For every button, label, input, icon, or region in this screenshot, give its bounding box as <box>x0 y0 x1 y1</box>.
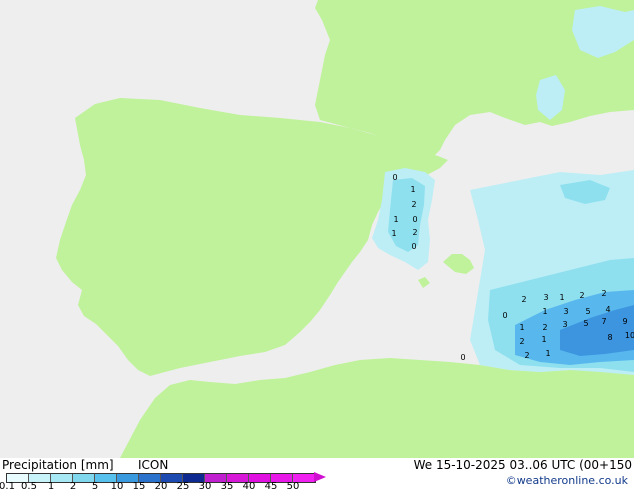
precip-value-label: 1 <box>391 229 396 238</box>
precip-value-label: 0 <box>460 353 465 362</box>
precip-value-label: 10 <box>625 331 634 340</box>
precip-value-label: 1 <box>410 185 415 194</box>
color-scale-arrow <box>314 472 326 482</box>
scale-tick-label: 15 <box>132 481 146 492</box>
copyright-link[interactable]: ©weatheronline.co.uk <box>506 474 628 488</box>
precip-value-label: 1 <box>545 349 550 358</box>
model-name: ICON <box>138 458 169 472</box>
precip-value-label: 0 <box>502 311 507 320</box>
precip-value-label: 7 <box>601 317 606 326</box>
scale-tick-label: 30 <box>198 481 212 492</box>
precip-value-label: 2 <box>412 228 417 237</box>
precip-value-label: 4 <box>605 305 610 314</box>
precip-value-label: 5 <box>583 319 588 328</box>
valid-time: We 15-10-2025 03..06 UTC (00+150 <box>413 458 632 472</box>
precip-value-label: 1 <box>559 293 564 302</box>
scale-tick-label: 1 <box>47 481 55 492</box>
precip-value-label: 2 <box>542 323 547 332</box>
precip-value-label: 3 <box>563 307 568 316</box>
precip-value-label: 8 <box>607 333 612 342</box>
map-title: Precipitation [mm] <box>2 458 114 472</box>
scale-tick-label: 2 <box>69 481 77 492</box>
scale-tick-label: 45 <box>264 481 278 492</box>
precip-value-label: 2 <box>579 291 584 300</box>
precip-value-label: 5 <box>585 307 590 316</box>
precip-value-label: 1 <box>393 215 398 224</box>
precip-value-label: 1 <box>541 335 546 344</box>
scale-tick-label: 40 <box>242 481 256 492</box>
precip-value-label: 2 <box>521 295 526 304</box>
precip-value-label: 2 <box>519 337 524 346</box>
precip-value-label: 0 <box>392 173 397 182</box>
precip-value-label: 3 <box>543 293 548 302</box>
map-footer: Precipitation [mm] ICON We 15-10-2025 03… <box>0 458 634 492</box>
precip-value-label: 1 <box>542 307 547 316</box>
precip-value-label: 0 <box>412 215 417 224</box>
precip-value-label: 3 <box>562 320 567 329</box>
scale-tick-label: 50 <box>286 481 300 492</box>
scale-tick-label: 0.5 <box>21 481 37 492</box>
scale-tick-label: 20 <box>154 481 168 492</box>
precip-value-label: 9 <box>622 317 627 326</box>
scale-tick-label: 25 <box>176 481 190 492</box>
scale-tick-label: 5 <box>91 481 99 492</box>
scale-tick-label: 10 <box>110 481 124 492</box>
scale-tick-label: 0.1 <box>0 481 15 492</box>
precip-value-label: 2 <box>411 200 416 209</box>
precip-value-label: 2 <box>524 351 529 360</box>
precip-value-label: 2 <box>601 289 606 298</box>
scale-tick-label: 35 <box>220 481 234 492</box>
precipitation-map: 0121 01 202 3 1 2 21 3 57 91001 2 3 54802 12 1 <box>0 0 634 458</box>
precip-value-label: 0 <box>411 242 416 251</box>
precip-value-label: 1 <box>519 323 524 332</box>
